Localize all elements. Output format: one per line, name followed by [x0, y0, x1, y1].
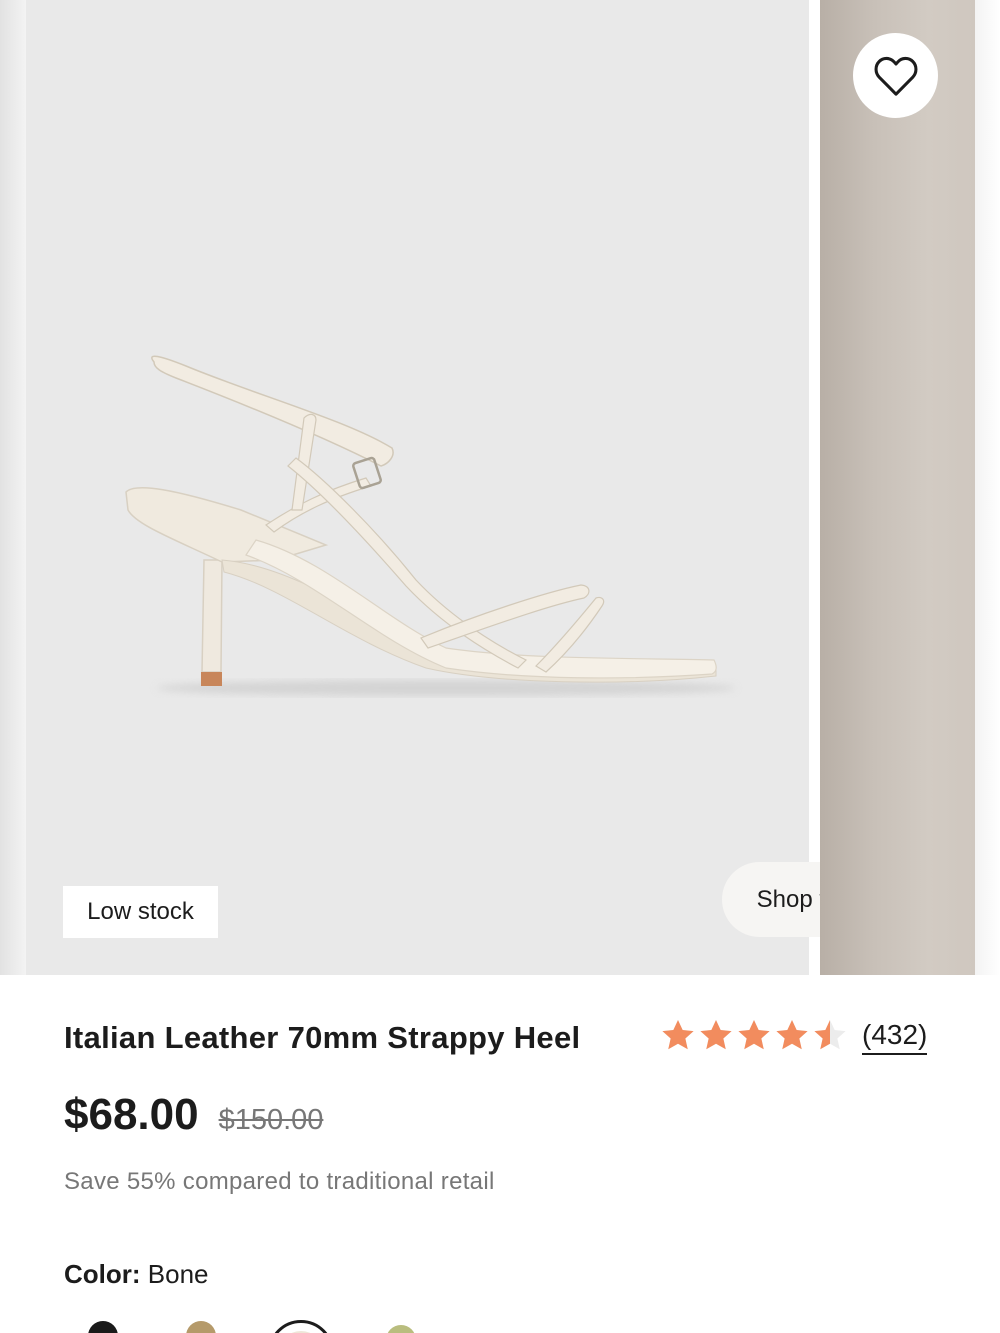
product-image-next[interactable]	[820, 0, 975, 975]
product-details: Italian Leather 70mm Strappy Heel (432) …	[0, 975, 1000, 1333]
color-swatch-tan[interactable]	[186, 1321, 216, 1333]
star-full-icon	[700, 1020, 732, 1050]
page-edge	[975, 0, 1000, 975]
star-full-icon	[738, 1020, 770, 1050]
heart-outline-icon	[874, 56, 917, 96]
product-rating[interactable]: (432)	[660, 1017, 928, 1055]
color-selection-label: Color: Bone	[64, 1259, 209, 1290]
product-title: Italian Leather 70mm Strappy Heel	[64, 1020, 581, 1055]
star-full-icon	[662, 1020, 694, 1050]
favorite-button[interactable]	[853, 33, 938, 118]
review-count-link[interactable]: (432)	[862, 1019, 928, 1055]
star-half-icon	[814, 1020, 846, 1050]
color-swatch-bone-selected[interactable]	[268, 1320, 334, 1333]
star-full-icon	[776, 1020, 808, 1050]
low-stock-badge: Low stock	[63, 886, 218, 938]
strappy-heel-image	[125, 355, 736, 696]
sale-price: $68.00	[64, 1090, 199, 1139]
product-image-gallery[interactable]: Low stock Shop the look	[26, 0, 975, 975]
savings-text: Save 55% compared to traditional retail	[64, 1168, 495, 1195]
product-image-main[interactable]: Low stock Shop the look	[26, 0, 938, 975]
selected-color-value: Bone	[147, 1259, 209, 1289]
price-row: $68.00 $150.00	[64, 1090, 323, 1140]
previous-slide-edge	[0, 0, 26, 975]
color-swatch-black[interactable]	[88, 1321, 118, 1333]
color-label: Color:	[64, 1259, 141, 1289]
original-price: $150.00	[218, 1104, 324, 1136]
rating-stars	[660, 1017, 848, 1053]
color-swatch-olive[interactable]	[386, 1325, 416, 1333]
